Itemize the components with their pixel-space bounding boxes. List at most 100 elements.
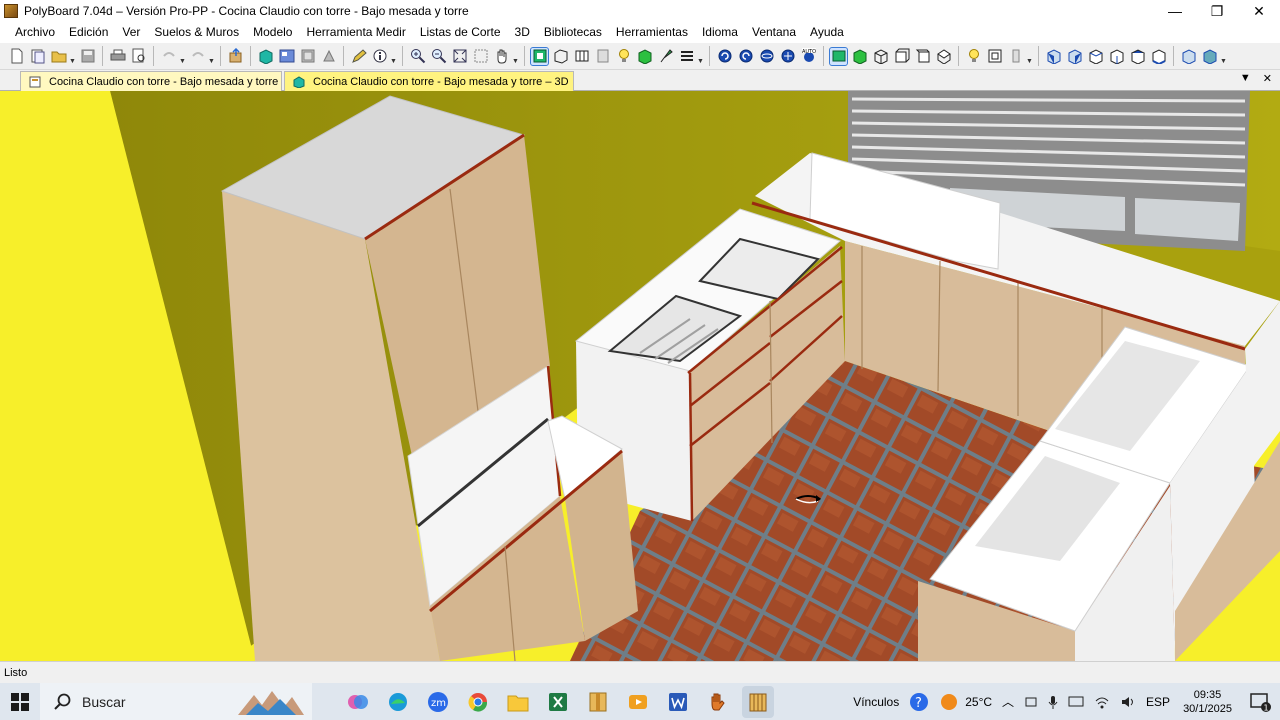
polyboard-taskbar-icon[interactable] [742,685,774,718]
clock[interactable]: 09:35 30/1/2025 [1183,688,1232,716]
zoom-app-icon[interactable]: zm [422,686,454,718]
print-preview-icon[interactable] [130,48,147,65]
taskbar-search[interactable]: Buscar [40,683,312,720]
menu-suelos-muros[interactable]: Suelos & Muros [147,22,246,43]
help-icon[interactable]: ? [909,692,929,712]
network-tray-icon[interactable] [1024,695,1038,709]
orbit-icon[interactable] [758,48,775,65]
open-folder-icon[interactable] [50,48,67,65]
view-box-top-icon[interactable] [935,48,952,65]
view-box-outline-icon[interactable] [872,48,889,65]
tab-close-icon[interactable]: ✕ [1263,72,1272,85]
volume-icon[interactable] [1120,695,1136,709]
view-bottom-icon[interactable] [1150,48,1167,65]
redo-icon[interactable] [189,48,206,65]
section-dropdown-icon[interactable]: ▼ [1026,48,1033,65]
close-button[interactable]: ✕ [1238,0,1280,22]
component-icon[interactable] [299,48,316,65]
menu-3d[interactable]: 3D [508,22,537,43]
view-wireframe-icon[interactable] [552,48,569,65]
menu-bibliotecas[interactable]: Bibliotecas [537,22,609,43]
microphone-icon[interactable] [1048,695,1058,709]
cabinet-box-icon[interactable] [257,48,274,65]
save-icon[interactable] [79,48,96,65]
menu-idioma[interactable]: Idioma [695,22,745,43]
menu-ventana[interactable]: Ventana [745,22,803,43]
word-app-icon[interactable] [662,686,694,718]
new-template-icon[interactable] [29,48,46,65]
menu-modelo[interactable]: Modelo [246,22,299,43]
view-iso-alt-icon[interactable] [1201,48,1218,65]
zoom-out-icon[interactable] [430,48,447,65]
view-transparent-icon[interactable] [594,48,611,65]
hand-app-icon[interactable] [702,686,734,718]
language-indicator[interactable]: ESP [1146,695,1170,709]
line-style-dropdown-icon[interactable]: ▼ [697,48,704,65]
view-box-front-icon[interactable] [893,48,910,65]
view-back-icon[interactable] [1066,48,1083,65]
info-dropdown-icon[interactable]: ▼ [390,48,397,65]
line-style-icon[interactable] [678,48,695,65]
frame-view-icon[interactable] [986,48,1003,65]
menu-ver[interactable]: Ver [115,22,147,43]
edge-browser-icon[interactable] [382,686,414,718]
rotate-view-icon[interactable] [779,48,796,65]
3d-viewport[interactable] [0,91,1280,661]
archive-app-icon[interactable] [582,686,614,718]
pencil-edit-icon[interactable] [350,48,367,65]
menu-listas-de-corte[interactable]: Listas de Corte [413,22,508,43]
restore-button[interactable]: ❐ [1196,0,1238,22]
undo-icon[interactable] [160,48,177,65]
pan-hand-icon[interactable] [493,48,510,65]
tray-overflow-chevron-icon[interactable]: ︿ [1002,693,1014,710]
menu-edicion[interactable]: Edición [62,22,115,43]
tab-list-dropdown-icon[interactable]: ▼ [1240,72,1251,85]
minimize-button[interactable]: — [1154,0,1196,22]
redo-dropdown-icon[interactable]: ▼ [208,48,215,65]
hardware-icon[interactable] [320,48,337,65]
lighting-icon[interactable] [965,48,982,65]
chrome-browser-icon[interactable] [462,686,494,718]
weather-widget[interactable]: 25°C [939,692,992,712]
rotate-left-icon[interactable] [716,48,733,65]
view-3d-solid-icon[interactable] [530,46,549,66]
excel-app-icon[interactable] [542,686,574,718]
material-green-icon[interactable] [636,48,653,65]
view-iso-dropdown-icon[interactable]: ▼ [1220,48,1227,65]
view-right-icon[interactable] [1108,48,1125,65]
windows-start-button[interactable] [0,683,40,720]
view-top-icon[interactable] [1129,48,1146,65]
media-player-icon[interactable] [622,686,654,718]
view-iso-solid-icon[interactable] [851,48,868,65]
menu-ayuda[interactable]: Ayuda [803,22,851,43]
view-box-side-icon[interactable] [914,48,931,65]
vinculos-label[interactable]: Vínculos [853,695,899,709]
view-front-icon[interactable] [1045,48,1062,65]
rotate-right-icon[interactable] [737,48,754,65]
auto-rotate-icon[interactable]: AUTO [800,48,817,65]
zoom-extents-icon[interactable] [451,48,468,65]
light-bulb-icon[interactable] [615,48,632,65]
tab-bajo-mesada-y-torre-3d[interactable]: Cocina Claudio con torre - Bajo mesada y… [284,71,574,91]
display-tray-icon[interactable] [1068,695,1084,709]
print-icon[interactable] [109,48,126,65]
zoom-in-icon[interactable] [409,48,426,65]
open-dropdown-icon[interactable]: ▼ [69,48,76,65]
pan-dropdown-icon[interactable]: ▼ [512,48,519,65]
paint-brush-icon[interactable] [657,48,674,65]
menu-herramientas[interactable]: Herramientas [609,22,695,43]
view-left-icon[interactable] [1087,48,1104,65]
menu-archivo[interactable]: Archivo [8,22,62,43]
view-front-solid-icon[interactable] [829,46,848,66]
wifi-icon[interactable] [1094,695,1110,709]
undo-dropdown-icon[interactable]: ▼ [179,48,186,65]
new-file-icon[interactable] [8,48,25,65]
export-icon[interactable] [227,48,244,65]
notification-center-button[interactable]: 1 [1240,683,1280,720]
view-iso-icon[interactable] [1180,48,1197,65]
tab-bajo-mesada-y-torre[interactable]: Cocina Claudio con torre - Bajo mesada y… [20,71,282,91]
file-explorer-icon[interactable] [502,686,534,718]
info-icon[interactable] [371,48,388,65]
zoom-window-icon[interactable] [472,48,489,65]
cabinet-library-icon[interactable] [278,48,295,65]
